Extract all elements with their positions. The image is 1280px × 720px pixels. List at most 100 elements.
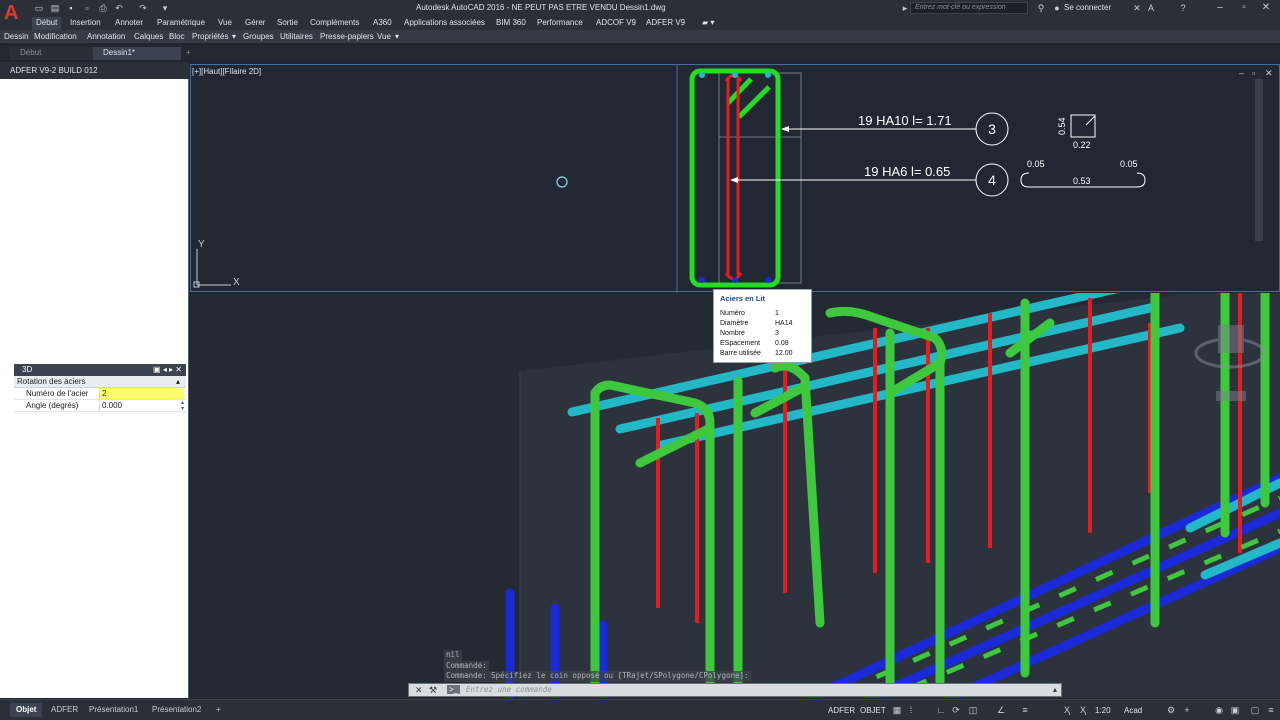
- panel-calques[interactable]: Calques: [134, 31, 163, 43]
- tab-complements[interactable]: Compléments: [306, 17, 363, 30]
- search-arrow-icon[interactable]: ▸: [900, 3, 910, 13]
- layout-tab-presentation2[interactable]: Présentation2: [146, 703, 207, 717]
- command-input[interactable]: Entrez une commande: [466, 685, 552, 694]
- tab-bim360[interactable]: BIM 360: [492, 17, 530, 30]
- signin-button[interactable]: Se connecter: [1064, 3, 1111, 12]
- tab-annoter[interactable]: Annoter: [111, 17, 147, 30]
- tab-insertion[interactable]: Insertion: [66, 17, 105, 30]
- help-icon[interactable]: ?: [1178, 3, 1188, 13]
- tab-gerer[interactable]: Gérer: [241, 17, 269, 30]
- maximize-icon[interactable]: ▫: [1236, 1, 1252, 14]
- autoscale-icon[interactable]: Ҳ: [1078, 705, 1088, 715]
- panel-proprietes-arrow-icon[interactable]: ▾: [232, 31, 236, 43]
- tab-sortie[interactable]: Sortie: [273, 17, 302, 30]
- palette-nav-icon[interactable]: ▣ ◂ ▸ ✕: [153, 364, 182, 376]
- ortho-icon[interactable]: ∟: [936, 705, 946, 715]
- shape-4-length: 0.53: [1073, 176, 1091, 186]
- polar-icon[interactable]: ⟳: [951, 705, 961, 715]
- ribbon-panels: Dessin Modification Annotation Calques B…: [0, 30, 1280, 44]
- panel-annotation[interactable]: Annotation: [87, 31, 125, 43]
- grid-icon[interactable]: ▦: [892, 705, 902, 715]
- tab-adcof[interactable]: ADCOF V9: [592, 17, 640, 30]
- panel-bloc[interactable]: Bloc: [169, 31, 185, 43]
- customize-status-icon[interactable]: ≡: [1266, 705, 1276, 715]
- panel-vue[interactable]: Vue: [377, 31, 391, 43]
- close-icon[interactable]: ✕: [1258, 1, 1274, 14]
- panel-dessin[interactable]: Dessin: [4, 31, 28, 43]
- tab-adfer[interactable]: ADFER V9: [642, 17, 689, 30]
- app-title: Autodesk AutoCAD 2016 - NE PEUT PAS ETRE…: [416, 3, 666, 12]
- adfer-status-button[interactable]: ADFER: [828, 704, 855, 717]
- print-icon[interactable]: ⎙: [98, 3, 108, 13]
- tab-performance[interactable]: Performance: [533, 17, 587, 30]
- adfer-palette: ADFER V9-2 BUILD 012 3D ▣ ◂ ▸ ✕ Rotation…: [0, 62, 189, 698]
- tab-parametrique[interactable]: Paramétrique: [153, 17, 209, 30]
- add-layout-icon[interactable]: +: [210, 703, 227, 717]
- workspace-icon[interactable]: ⚙: [1166, 705, 1176, 715]
- palette-section[interactable]: Rotation des aciers ▴: [14, 376, 186, 388]
- property-row-numero: Numéro de l'acier 2: [14, 388, 186, 400]
- vp-minimize-icon: –: [1239, 68, 1244, 78]
- a360-icon[interactable]: A: [1146, 3, 1156, 13]
- new-file-icon[interactable]: ▭: [34, 3, 44, 13]
- annotation-style[interactable]: Acad: [1124, 704, 1142, 717]
- open-file-icon[interactable]: ▤: [50, 3, 60, 13]
- tab-applications[interactable]: Applications associées: [400, 17, 489, 30]
- save-as-icon[interactable]: ▫: [82, 3, 92, 13]
- acier-number-field[interactable]: 2: [99, 388, 184, 399]
- collapse-icon[interactable]: ▴: [176, 376, 180, 388]
- clean-screen-icon[interactable]: ▢: [1250, 705, 1260, 715]
- panel-utilitaires[interactable]: Utilitaires: [280, 31, 313, 43]
- angle-field[interactable]: 0.000: [99, 400, 184, 411]
- panel-presse-papiers[interactable]: Presse-papiers: [320, 31, 374, 43]
- binoculars-icon[interactable]: ⚲: [1036, 3, 1046, 13]
- cursor-pickbox: [556, 176, 568, 188]
- annotation-scale[interactable]: 1:20: [1095, 704, 1111, 717]
- lineweight-icon[interactable]: ≡: [1020, 705, 1030, 715]
- add-icon[interactable]: +: [1182, 705, 1192, 715]
- panel-groupes[interactable]: Groupes: [243, 31, 274, 43]
- file-tab-debut[interactable]: Début: [10, 47, 94, 60]
- tab-vue[interactable]: Vue: [214, 17, 236, 30]
- command-history-arrow-icon[interactable]: ▴: [1053, 685, 1057, 694]
- file-tab-dessin1[interactable]: Dessin1*: [93, 47, 181, 60]
- panel-vue-arrow-icon[interactable]: ▾: [395, 31, 399, 43]
- cart-icon[interactable]: ✕: [1132, 3, 1142, 13]
- shape-3-rect: [1070, 114, 1096, 138]
- hardware-accel-icon[interactable]: ▣: [1230, 705, 1240, 715]
- section-outline: [718, 72, 802, 284]
- callout-3-text: 19 HA10 l= 1.71: [858, 113, 952, 128]
- vp-close-icon: ✕: [1265, 68, 1273, 78]
- new-tab-icon[interactable]: +: [182, 47, 195, 60]
- objet-status-button[interactable]: OBJET: [860, 704, 886, 717]
- search-input[interactable]: Entrez mot-clé ou expression: [910, 2, 1028, 14]
- ribbon-toggle-icon[interactable]: ▰ ▾: [698, 17, 718, 30]
- customize-icon[interactable]: ▾: [160, 3, 170, 13]
- tab-a360[interactable]: A360: [369, 17, 396, 30]
- viewport-label[interactable]: [+][Haut][Filaire 2D]: [192, 67, 261, 76]
- command-history-line: nil: [444, 650, 462, 661]
- otrack-icon[interactable]: ∠: [996, 705, 1006, 715]
- layout-tab-presentation1[interactable]: Présentation1: [83, 703, 144, 717]
- snap-icon[interactable]: ⁞: [906, 705, 916, 715]
- autocad-logo[interactable]: A: [0, 0, 28, 30]
- spinner-icon[interactable]: ▴ ▾: [181, 400, 184, 412]
- minimize-icon[interactable]: –: [1212, 1, 1228, 14]
- save-icon[interactable]: ▪: [66, 3, 76, 13]
- isolate-icon[interactable]: ◉: [1214, 705, 1224, 715]
- command-settings-icon[interactable]: ⚒: [429, 685, 437, 696]
- bar-dot: [699, 277, 705, 283]
- tab-debut[interactable]: Début: [32, 17, 62, 30]
- viewport-top[interactable]: Y X 19 HA10 l= 1.71 3 0.54 0.22 19 HA6 l…: [190, 64, 1280, 293]
- command-close-icon[interactable]: ✕: [415, 685, 423, 696]
- user-icon[interactable]: ●: [1052, 3, 1062, 13]
- annotation-visibility-icon[interactable]: Ҳ: [1062, 705, 1072, 715]
- layout-tab-objet[interactable]: Objet: [10, 703, 43, 717]
- layout-tab-adfer[interactable]: ADFER: [45, 703, 84, 717]
- undo-icon[interactable]: ↶: [114, 3, 124, 13]
- command-prompt-icon[interactable]: >_: [447, 685, 461, 694]
- panel-proprietes[interactable]: Propriétés: [192, 31, 228, 43]
- panel-modification[interactable]: Modification: [34, 31, 77, 43]
- osnap-icon[interactable]: ◫: [968, 705, 978, 715]
- redo-icon[interactable]: ↷: [138, 3, 148, 13]
